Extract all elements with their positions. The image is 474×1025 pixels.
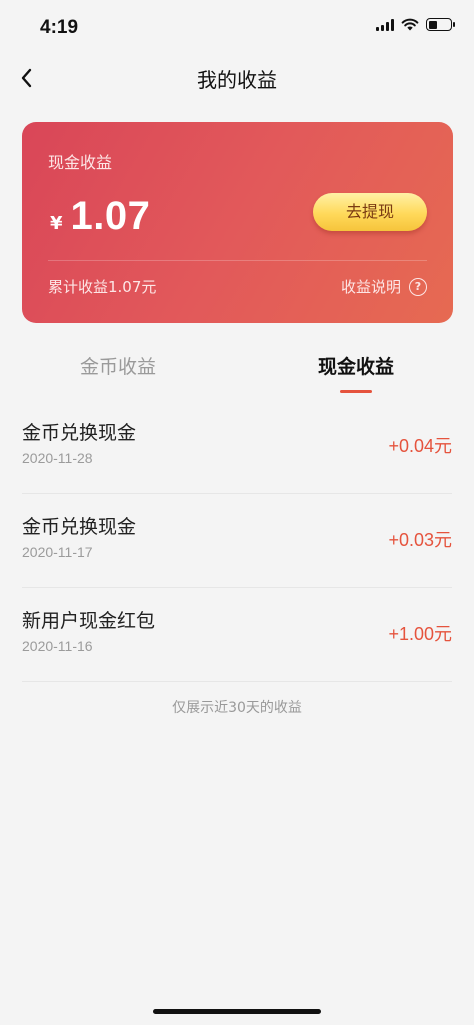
withdraw-button[interactable]: 去提现 <box>313 193 427 231</box>
currency-symbol: ¥ <box>50 213 63 234</box>
list-item[interactable]: 新用户现金红包 2020-11-16 +1.00元 <box>22 588 452 682</box>
list-item[interactable]: 金币兑换现金 2020-11-17 +0.03元 <box>22 494 452 588</box>
earnings-explanation-link[interactable]: 收益说明 ? <box>341 276 427 297</box>
record-title: 新用户现金红包 <box>22 610 156 632</box>
tab-cash-earnings[interactable]: 现金收益 <box>256 352 456 379</box>
total-earnings: 累计收益1.07元 <box>48 278 157 296</box>
card-divider <box>48 260 427 261</box>
record-amount: +0.04元 <box>388 436 452 456</box>
record-title: 金币兑换现金 <box>22 516 137 538</box>
page-title: 我的收益 <box>197 68 277 92</box>
battery-icon <box>426 18 455 31</box>
earnings-explanation-label: 收益说明 <box>340 278 401 296</box>
record-amount: +1.00元 <box>388 624 452 644</box>
nav-bar: 我的收益 <box>0 56 474 100</box>
list-item[interactable]: 金币兑换现金 2020-11-28 +0.04元 <box>22 400 452 494</box>
record-date: 2020-11-28 <box>22 450 93 466</box>
question-circle-icon: ? <box>409 277 427 296</box>
cash-balance: ¥ 1.07 <box>50 194 150 239</box>
record-amount: +0.03元 <box>388 530 452 550</box>
status-time: 4:19 <box>40 17 79 38</box>
footer-note: 仅展示近30天的收益 <box>172 700 302 716</box>
card-title: 现金收益 <box>48 153 113 172</box>
tab-coin-earnings[interactable]: 金币收益 <box>18 352 218 379</box>
record-title: 金币兑换现金 <box>22 422 137 444</box>
status-bar: 4:19 <box>0 0 474 56</box>
cash-earnings-card: 现金收益 ¥ 1.07 去提现 累计收益1.07元 收益说明 ? <box>22 122 453 323</box>
home-indicator[interactable] <box>153 1009 321 1014</box>
wifi-icon <box>401 18 419 31</box>
balance-amount: 1.07 <box>70 194 151 238</box>
earnings-tabs: 金币收益 现金收益 <box>0 352 474 396</box>
record-date: 2020-11-17 <box>22 544 93 560</box>
earnings-list: 金币兑换现金 2020-11-28 +0.04元 金币兑换现金 2020-11-… <box>0 400 474 682</box>
signal-icon <box>376 18 394 31</box>
status-icons <box>376 18 455 31</box>
active-tab-indicator <box>340 390 372 393</box>
record-date: 2020-11-16 <box>22 638 93 654</box>
